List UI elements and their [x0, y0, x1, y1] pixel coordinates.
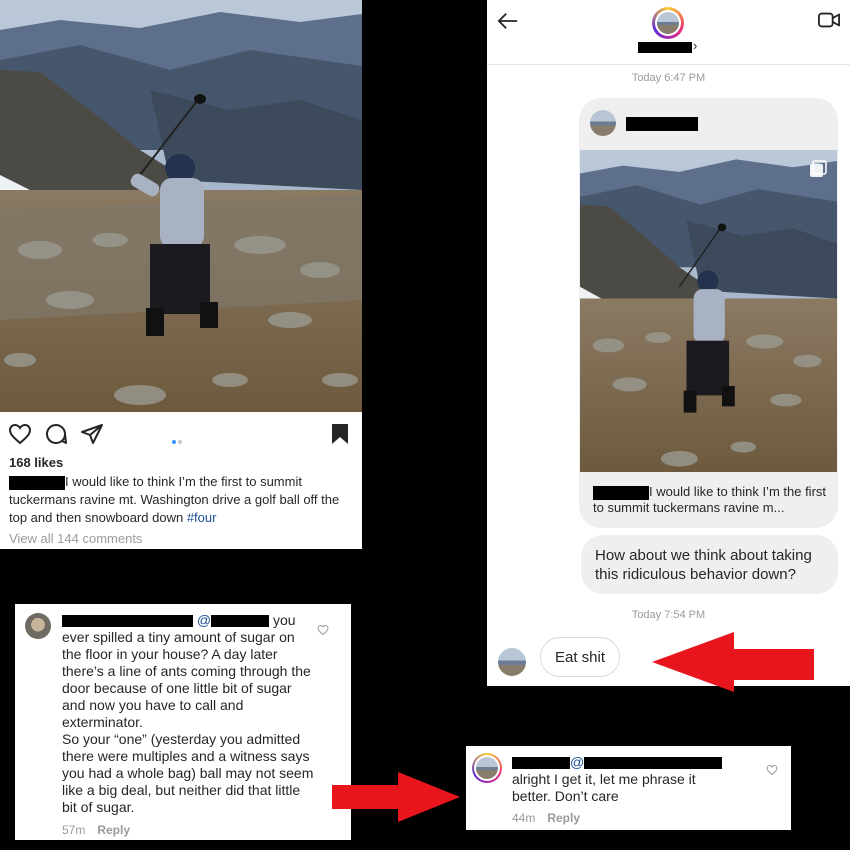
redacted-username[interactable]: [62, 615, 193, 628]
comment-body: @ you ever spilled a tiny amount of suga…: [62, 612, 317, 816]
contact-avatar[interactable]: [652, 7, 684, 39]
instagram-post: 168 likes I would like to think I’m the …: [0, 0, 362, 549]
like-comment-icon[interactable]: [317, 624, 329, 636]
multiple-photos-icon: [810, 160, 827, 177]
commenter-avatar[interactable]: [472, 753, 502, 783]
redacted-username: [9, 475, 65, 490]
comment-icon[interactable]: [44, 422, 68, 446]
view-all-comments-link[interactable]: View all 144 comments: [9, 531, 142, 546]
message-timestamp: Today 7:54 PM: [631, 609, 706, 621]
incoming-message-bubble[interactable]: Eat shit: [540, 637, 621, 677]
video-call-icon[interactable]: [818, 11, 840, 29]
direct-message-thread: › Today 6:47 PM I would like to think I’…: [487, 0, 850, 686]
carousel-dots: [172, 431, 184, 449]
mention-symbol[interactable]: @: [197, 612, 211, 628]
comment-card: @ alright I get it, let me phrase it bet…: [466, 746, 791, 830]
redacted-mention[interactable]: [584, 757, 723, 770]
sender-avatar[interactable]: [498, 648, 526, 676]
comment-text-start: you: [273, 612, 296, 628]
bookmark-icon[interactable]: [328, 422, 352, 446]
heart-icon[interactable]: [8, 422, 32, 446]
golfer-mountain-photo: [0, 0, 362, 412]
carousel-dot: [178, 440, 182, 444]
shared-post-caption: I would like to think I’m the first to s…: [593, 484, 828, 516]
red-arrow-left-icon: [652, 632, 814, 692]
red-arrow-right-icon: [332, 772, 460, 822]
like-comment-icon[interactable]: [766, 764, 778, 776]
commenter-avatar[interactable]: [25, 613, 51, 639]
carousel-dot: [172, 440, 176, 444]
reply-button[interactable]: Reply: [547, 811, 580, 825]
comment-body: @ alright I get it, let me phrase it bet…: [512, 754, 732, 805]
share-icon[interactable]: [80, 422, 104, 446]
like-count[interactable]: 168 likes: [9, 455, 63, 470]
comment-time: 57m: [62, 823, 86, 837]
shared-post-avatar: [590, 110, 616, 136]
redacted-mention[interactable]: [211, 615, 270, 628]
comment-time: 44m: [512, 811, 536, 825]
comment-text: ever spilled a tiny amount of sugar on t…: [62, 629, 311, 730]
back-arrow-icon[interactable]: [497, 10, 519, 32]
redacted-username[interactable]: [512, 757, 570, 770]
post-caption: I would like to think I’m the first to s…: [9, 473, 354, 527]
comment-text: alright I get it, let me phrase it bette…: [512, 771, 696, 804]
post-photo[interactable]: [0, 0, 362, 412]
dm-header: ›: [487, 0, 850, 65]
golfer-mountain-photo: [580, 150, 837, 472]
outgoing-message-bubble[interactable]: How about we think about taking this rid…: [581, 535, 838, 594]
comment-meta: 57m Reply: [62, 823, 130, 837]
comment-text-continued: So your “one” (yesterday you admitted th…: [62, 731, 314, 815]
shared-post-card[interactable]: I would like to think I’m the first to s…: [579, 98, 838, 528]
chevron-right-icon[interactable]: ›: [693, 38, 697, 53]
mention-symbol[interactable]: @: [570, 754, 584, 770]
redacted-contact-name[interactable]: [638, 42, 692, 53]
redacted-username: [626, 117, 698, 131]
post-action-bar: [0, 412, 362, 456]
redacted-username: [593, 485, 649, 500]
message-timestamp: Today 6:47 PM: [631, 72, 706, 84]
reply-button[interactable]: Reply: [97, 823, 130, 837]
shared-post-photo[interactable]: [580, 150, 837, 472]
hashtag-link[interactable]: #four: [187, 510, 217, 525]
comment-meta: 44m Reply: [512, 811, 580, 825]
comment-card: @ you ever spilled a tiny amount of suga…: [15, 604, 351, 840]
